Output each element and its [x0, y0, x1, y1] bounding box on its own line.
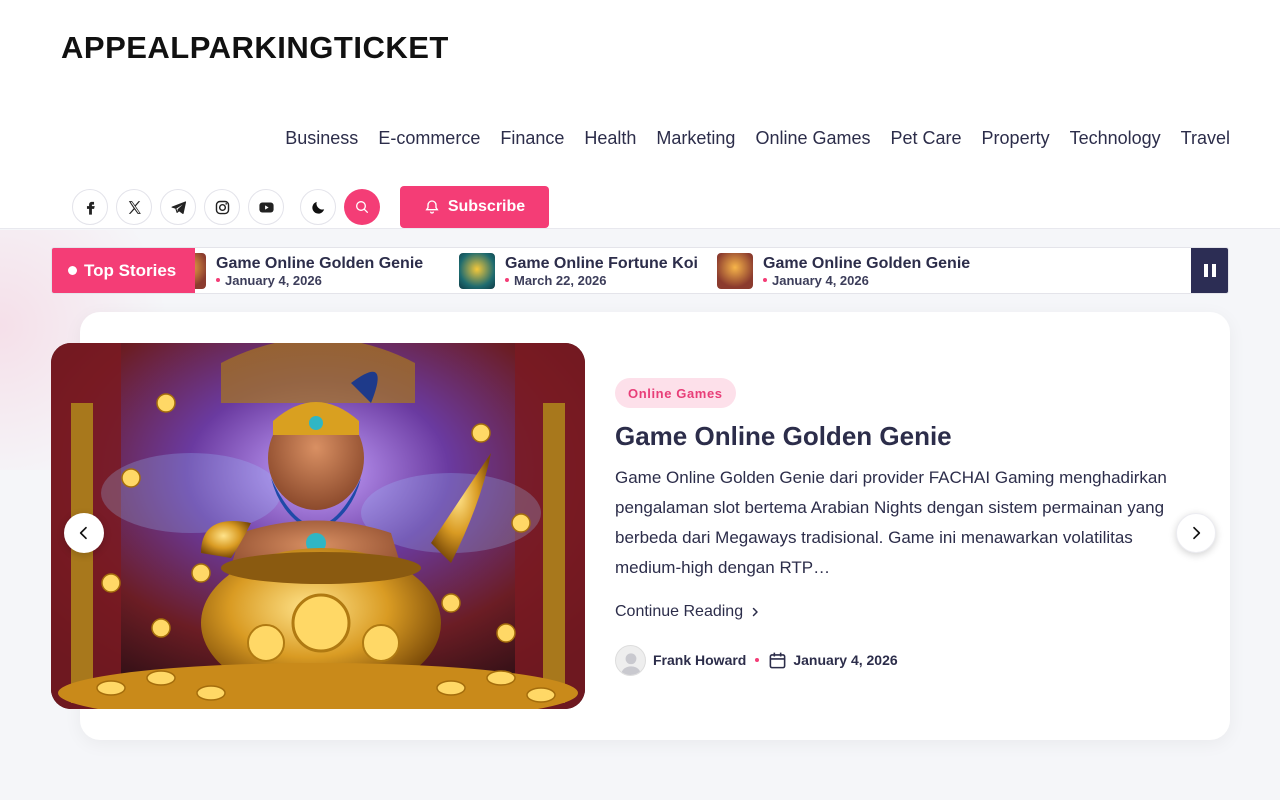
ticker-thumbnail	[717, 253, 753, 289]
main-nav: Business E-commerce Finance Health Marke…	[285, 128, 1230, 149]
nav-item-health[interactable]: Health	[584, 128, 636, 149]
chevron-right-icon	[1193, 526, 1201, 540]
ticker-item[interactable]: Game Online Golden Genie January 4, 2026	[717, 253, 970, 289]
calendar-icon	[768, 651, 787, 670]
nav-item-technology[interactable]: Technology	[1070, 128, 1161, 149]
search-button[interactable]	[344, 189, 380, 225]
ticker-item-date: January 4, 2026	[216, 273, 423, 288]
meta-separator	[755, 658, 760, 662]
facebook-icon	[86, 201, 95, 215]
search-icon	[356, 201, 368, 213]
site-brand[interactable]: APPEALPARKINGTICKET	[61, 30, 449, 66]
ticker-item[interactable]: Game Online Golden Genie January 4, 2026	[195, 253, 423, 289]
continue-reading-link[interactable]: Continue Reading	[615, 603, 761, 621]
ticker-dot	[68, 266, 77, 275]
ticker-thumbnail	[459, 253, 495, 289]
ticker-item-title: Game Online Golden Genie	[216, 254, 424, 272]
nav-item-e-commerce[interactable]: E-commerce	[378, 128, 480, 149]
top-stories-ticker: Top Stories Game Online Golden Genie Jan…	[51, 247, 1229, 294]
featured-image[interactable]	[51, 343, 585, 709]
ticker-item[interactable]: Game Online Fortune Koi March 22, 2026	[459, 253, 698, 289]
ticker-item-date: January 4, 2026	[763, 273, 970, 288]
telegram-icon	[170, 200, 186, 214]
nav-item-pet-care[interactable]: Pet Care	[891, 128, 962, 149]
chevron-left-icon	[79, 526, 87, 540]
post-excerpt: Game Online Golden Genie dari provider F…	[615, 468, 1167, 577]
nav-item-online-games[interactable]: Online Games	[755, 128, 870, 149]
site-header: APPEALPARKINGTICKET Business E-commerce …	[0, 0, 1280, 229]
nav-item-business[interactable]: Business	[285, 128, 358, 149]
slider-next-button[interactable]	[1176, 513, 1216, 553]
social-links	[72, 189, 284, 225]
ticker-label: Top Stories	[52, 248, 195, 293]
instagram-icon	[215, 200, 229, 214]
dark-mode-toggle[interactable]	[300, 189, 336, 225]
nav-item-property[interactable]: Property	[982, 128, 1050, 149]
ticker-item-title: Game Online Golden Genie	[763, 254, 971, 272]
post-meta: Frank Howard January 4, 2026	[615, 644, 898, 676]
subscribe-button[interactable]: Subscribe	[400, 186, 549, 228]
youtube-icon	[258, 202, 274, 212]
nav-item-marketing[interactable]: Marketing	[656, 128, 735, 149]
subscribe-label: Subscribe	[447, 198, 526, 215]
youtube-button[interactable]	[248, 189, 284, 225]
ticker-label-text: Top Stories	[84, 260, 177, 280]
post-author[interactable]: Frank Howard	[653, 652, 746, 668]
featured-image-art	[51, 343, 585, 709]
ticker-track: Game Online Golden Genie January 4, 2026…	[195, 248, 1191, 293]
nav-item-finance[interactable]: Finance	[500, 128, 564, 149]
chevron-right-icon	[752, 607, 758, 617]
post-date: January 4, 2026	[793, 652, 898, 668]
nav-item-travel[interactable]: Travel	[1181, 128, 1230, 149]
post-title[interactable]: Game Online Golden Genie	[615, 421, 952, 452]
ticker-pause-button[interactable]	[1191, 248, 1228, 293]
author-avatar[interactable]	[615, 644, 646, 676]
ticker-item-title: Game Online Fortune Koi	[505, 254, 698, 272]
bell-icon	[425, 200, 439, 214]
moon-icon	[311, 201, 324, 214]
slider-prev-button[interactable]	[64, 513, 104, 553]
pause-icon	[1203, 264, 1208, 277]
x-button[interactable]	[116, 189, 152, 225]
instagram-button[interactable]	[204, 189, 240, 225]
continue-reading-label: Continue Reading	[615, 603, 744, 620]
ticker-item-date: March 22, 2026	[505, 273, 698, 288]
post-category-badge[interactable]: Online Games	[615, 378, 736, 408]
facebook-button[interactable]	[72, 189, 108, 225]
user-icon	[620, 652, 641, 675]
x-icon	[128, 200, 141, 214]
telegram-button[interactable]	[160, 189, 196, 225]
ticker-thumbnail	[195, 253, 206, 289]
